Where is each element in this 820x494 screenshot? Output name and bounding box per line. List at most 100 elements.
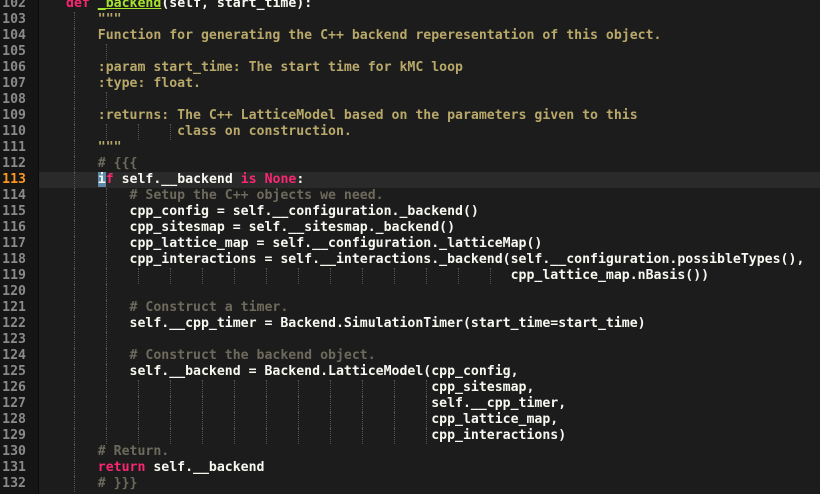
code-text[interactable]: # }}} [66,476,138,492]
line-number: 105 [2,44,26,59]
code-line[interactable]: 132 # }}} [0,476,820,492]
code-text[interactable]: cpp_interactions) [66,428,566,444]
line-number: 132 [2,476,26,491]
code-text[interactable]: cpp_config = self.__configuration._backe… [66,204,479,220]
indent-guide [74,92,75,108]
docstring-token: :param start_time: The start time for kM… [66,60,463,75]
keyword-token: return [97,460,146,475]
code-text[interactable]: """ [66,140,122,156]
code-editor[interactable]: 102 def _backend(self, start_time): 103 ""… [0,0,820,494]
line-number: 102 [2,0,26,11]
code-text[interactable]: # Construct a timer. [66,300,289,316]
line-number: 119 [2,268,26,283]
code-text[interactable]: :type: float. [66,76,201,92]
code-text[interactable]: def _backend(self, start_time): [66,0,312,12]
indent-guide [106,44,107,60]
code-text[interactable]: # Return. [66,444,169,460]
code-line[interactable]: 123 [0,332,820,348]
code-text[interactable]: cpp_sitesmap, [66,380,534,396]
line-number: 127 [2,396,26,411]
code-token: cpp_lattice_map, [66,412,559,427]
code-line[interactable]: 119 cpp_lattice_map.nBasis()) [0,268,820,284]
line-number: 124 [2,348,26,363]
code-text[interactable]: """ [66,12,122,28]
code-line[interactable]: 125 self.__backend = Backend.LatticeMode… [0,364,820,380]
code-token: cpp_sitesmap = self.__sitesmap._backend(… [66,220,456,235]
code-text[interactable]: # Construct the backend object. [66,348,376,364]
code-line[interactable]: 109 :returns: The C++ LatticeModel based… [0,108,820,124]
line-number: 129 [2,428,26,443]
line-number: 109 [2,108,26,123]
code-line[interactable]: 116 cpp_sitesmap = self.__sitesmap._back… [0,220,820,236]
code-line[interactable]: 114 # Setup the C++ objects we need. [0,188,820,204]
code-line[interactable]: 131 return self.__backend [0,460,820,476]
code-line[interactable]: 129 cpp_interactions) [0,428,820,444]
code-text[interactable]: return self.__backend [66,460,265,476]
code-text[interactable]: cpp_lattice_map.nBasis()) [66,268,710,284]
code-text[interactable]: if self.__backend is None: [66,172,304,188]
code-text[interactable]: cpp_lattice_map, [66,412,558,428]
code-line[interactable]: 126 cpp_sitesmap, [0,380,820,396]
code-text[interactable]: Function for generating the C++ backend … [66,28,662,44]
code-text[interactable]: class on construction. [66,124,352,140]
code-line[interactable]: 103 """ [0,12,820,28]
code-line[interactable]: 118 cpp_interactions = self.__interactio… [0,252,820,268]
code-line[interactable]: 120 [0,284,820,300]
comment-token: # {{{ [66,156,138,171]
code-token: self.__cpp_timer = Backend.SimulationTim… [66,316,646,331]
code-token: cpp_lattice_map.nBasis()) [66,268,710,283]
docstring-token: class on construction. [66,124,352,139]
code-text[interactable]: self.__backend = Backend.LatticeModel(cp… [66,364,519,380]
keyword-token: None [264,172,297,187]
code-line[interactable]: 122 self.__cpp_timer = Backend.Simulatio… [0,316,820,332]
line-number: 108 [2,92,26,107]
code-text[interactable]: cpp_sitesmap = self.__sitesmap._backend(… [66,220,456,236]
comment-token: # Return. [66,444,170,459]
code-line[interactable]: 111 """ [0,140,820,156]
code-line[interactable]: 104 Function for generating the C++ back… [0,28,820,44]
line-number: 117 [2,236,26,251]
code-text[interactable]: self.__cpp_timer = Backend.SimulationTim… [66,316,646,332]
line-number: 110 [2,124,26,139]
code-line[interactable]: 112 # {{{ [0,156,820,172]
line-number: 128 [2,412,26,427]
code-text[interactable]: self.__cpp_timer, [66,396,566,412]
code-line[interactable]: 115 cpp_config = self.__configuration._b… [0,204,820,220]
indent-guide [106,92,107,108]
comment-token: # }}} [66,476,138,491]
code-line[interactable]: 124 # Construct the backend object. [0,348,820,364]
docstring-token: """ [66,12,122,27]
code-line[interactable]: 117 cpp_lattice_map = self.__configurati… [0,236,820,252]
code-line[interactable]: 107 :type: float. [0,76,820,92]
code-line[interactable]: 106 :param start_time: The start time fo… [0,60,820,76]
code-line[interactable]: 110 class on construction. [0,124,820,140]
code-line[interactable]: 105 [0,44,820,60]
docstring-token: :type: float. [66,76,201,91]
code-token: self.__cpp_timer, [66,396,567,411]
line-number: 125 [2,364,26,379]
line-number: 120 [2,284,26,299]
code-text[interactable]: cpp_interactions = self.__interactions._… [66,252,805,268]
line-number: 103 [2,12,26,27]
code-line[interactable]: 128 cpp_lattice_map, [0,412,820,428]
code-line[interactable]: 113 if self.__backend is None: [0,172,820,188]
line-number: 104 [2,28,26,43]
code-line[interactable]: 108 [0,92,820,108]
code-line[interactable]: 130 # Return. [0,444,820,460]
line-number: 116 [2,220,26,235]
code-token: self.__backend = Backend.LatticeModel(cp… [66,364,519,379]
code-text[interactable]: :param start_time: The start time for kM… [66,60,463,76]
docstring-token: :returns: The C++ LatticeModel based on … [66,108,638,123]
function-name-token: _backend [97,0,162,11]
code-line[interactable]: 127 self.__cpp_timer, [0,396,820,412]
code-line[interactable]: 102 def _backend(self, start_time): [0,0,820,12]
code-text[interactable]: :returns: The C++ LatticeModel based on … [66,108,638,124]
code-text[interactable]: # {{{ [66,156,138,172]
code-line[interactable]: 121 # Construct a timer. [0,300,820,316]
line-number: 122 [2,316,26,331]
code-token: self.__backend [113,172,241,187]
code-text[interactable]: cpp_lattice_map = self.__configuration._… [66,236,543,252]
code-text[interactable]: # Setup the C++ objects we need. [66,188,384,204]
